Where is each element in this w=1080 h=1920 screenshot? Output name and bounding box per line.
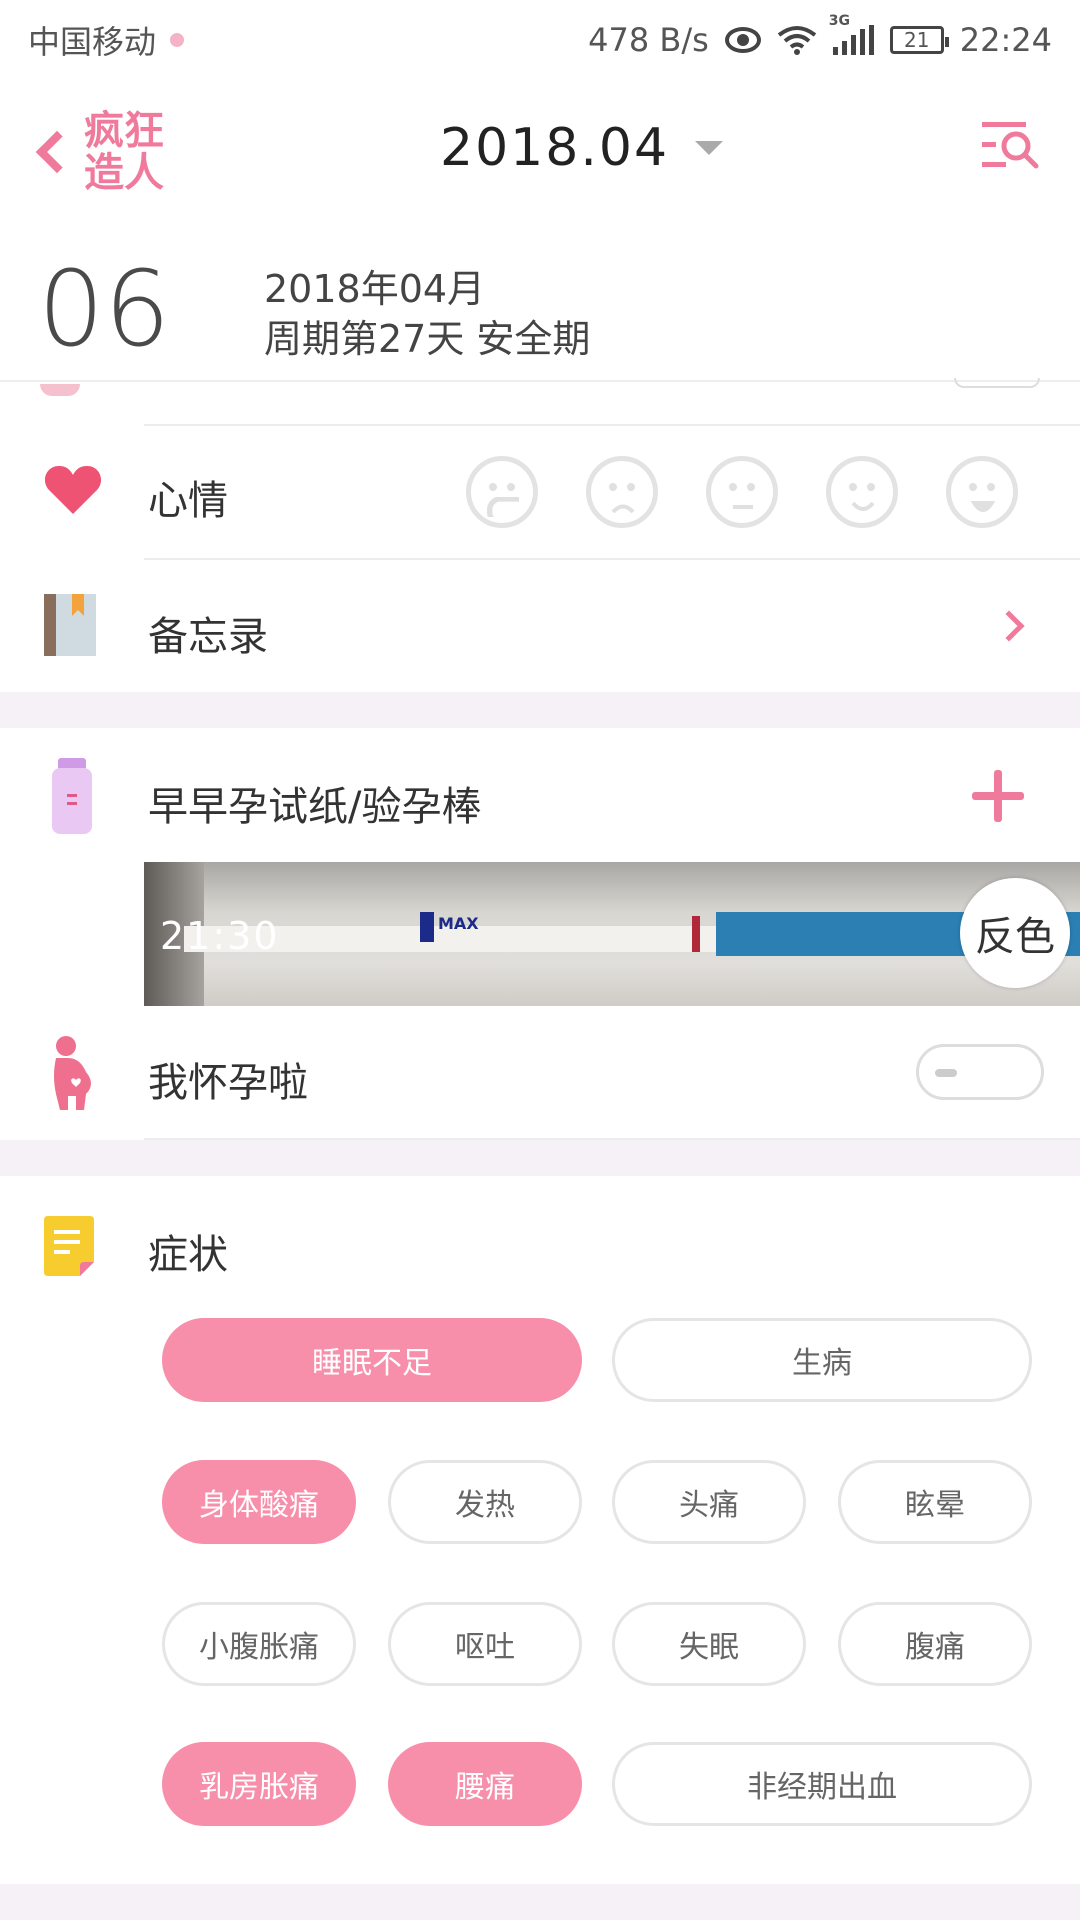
pregnant-label: 我怀孕啦 <box>148 1060 308 1106</box>
smile-face-icon[interactable] <box>826 456 898 528</box>
mood-row: 心情 <box>0 426 1080 558</box>
wifi-icon <box>777 26 817 55</box>
symptom-tag[interactable]: 眩晕 <box>838 1460 1032 1544</box>
status-right: 478 B/s 3G 21 22:24 <box>588 13 1052 59</box>
app-logo: 疯狂 造人 <box>84 110 180 194</box>
neutral-face-icon[interactable] <box>706 456 778 528</box>
mood-label: 心情 <box>148 478 228 524</box>
sad-face-icon[interactable] <box>586 456 658 528</box>
pregnant-row: 我怀孕啦 <box>0 1006 1080 1138</box>
month-label: 2018.04 <box>440 118 670 178</box>
pregnancy-test-row: 早早孕试纸/验孕棒 <box>0 728 1080 862</box>
logo-line2: 造人 <box>84 150 164 196</box>
cycle-status-text: 周期第27天 安全期 <box>264 317 591 361</box>
heart-icon <box>44 465 102 514</box>
net-speed: 478 B/s <box>588 21 709 59</box>
eye-comfort-icon <box>724 27 761 53</box>
note-icon <box>44 1216 94 1276</box>
symptom-tag[interactable]: 身体酸痛 <box>162 1460 356 1544</box>
chevron-left-icon <box>35 130 79 174</box>
partial-row-toggle <box>954 378 1040 388</box>
photo-time: 21:30 <box>160 914 280 958</box>
test-kit-icon <box>52 758 92 834</box>
date-summary: 06 2018年04月 周期第27天 安全期 <box>0 230 1080 382</box>
signal-icon: 3G <box>829 13 874 55</box>
filter-search-icon[interactable] <box>980 118 1040 174</box>
status-left: 中国移动 <box>28 17 185 63</box>
invert-color-button[interactable]: 反色 <box>960 878 1070 988</box>
year-month-text: 2018年04月 <box>264 267 486 311</box>
logo-line1: 疯狂 <box>84 108 164 154</box>
network-type: 3G <box>828 13 851 29</box>
symptom-tag[interactable]: 小腹胀痛 <box>162 1602 356 1686</box>
symptom-tag[interactable]: 腹痛 <box>838 1602 1032 1686</box>
day-number: 06 <box>38 248 171 370</box>
test-photo[interactable]: MAX 21:30 反色 <box>144 862 1080 1006</box>
chevron-right-icon <box>993 610 1025 642</box>
symptom-tag[interactable]: 发热 <box>388 1460 582 1544</box>
symptom-tag[interactable]: 呕吐 <box>388 1602 582 1686</box>
strip-max-text: MAX <box>438 914 479 933</box>
symptom-tag[interactable]: 非经期出血 <box>612 1742 1032 1826</box>
memo-label: 备忘录 <box>148 614 268 660</box>
add-test-button[interactable] <box>972 770 1024 822</box>
pregnant-woman-icon <box>54 1036 91 1110</box>
symptom-tag[interactable]: 乳房胀痛 <box>162 1742 356 1826</box>
carrier-name: 中国移动 <box>28 23 157 61</box>
month-picker[interactable]: 2018.04 <box>440 118 724 178</box>
happy-face-icon[interactable] <box>946 456 1018 528</box>
crying-face-icon[interactable] <box>466 456 538 528</box>
symptoms-row: 症状 <box>0 1176 1080 1300</box>
section-gap <box>0 1140 1080 1176</box>
status-bar: 中国移动 478 B/s 3G 21 22:24 <box>0 0 1080 80</box>
mood-options <box>466 456 1018 528</box>
notification-dot-icon <box>170 33 185 47</box>
symptom-tag[interactable]: 失眠 <box>612 1602 806 1686</box>
symptom-tag[interactable]: 生病 <box>612 1318 1032 1402</box>
symptoms-label: 症状 <box>148 1232 228 1278</box>
back-button[interactable]: 疯狂 造人 <box>28 110 180 194</box>
pregnant-toggle[interactable] <box>916 1044 1044 1100</box>
strip-marker <box>420 912 434 942</box>
notebook-icon <box>44 594 96 656</box>
symptom-tag[interactable]: 睡眠不足 <box>162 1318 582 1402</box>
symptom-tag[interactable]: 腰痛 <box>388 1742 582 1826</box>
memo-row[interactable]: 备忘录 <box>0 560 1080 692</box>
section-gap <box>0 1884 1080 1920</box>
partial-row-icon <box>40 384 80 396</box>
strip-result-line <box>692 916 700 952</box>
caret-down-icon <box>695 141 724 155</box>
battery-icon: 21 <box>889 26 949 54</box>
clock: 22:24 <box>959 21 1052 59</box>
app-header: 疯狂 造人 2018.04 <box>0 80 1080 230</box>
section-gap <box>0 692 1080 728</box>
symptom-tag[interactable]: 头痛 <box>612 1460 806 1544</box>
pregnancy-test-label: 早早孕试纸/验孕棒 <box>148 784 482 830</box>
